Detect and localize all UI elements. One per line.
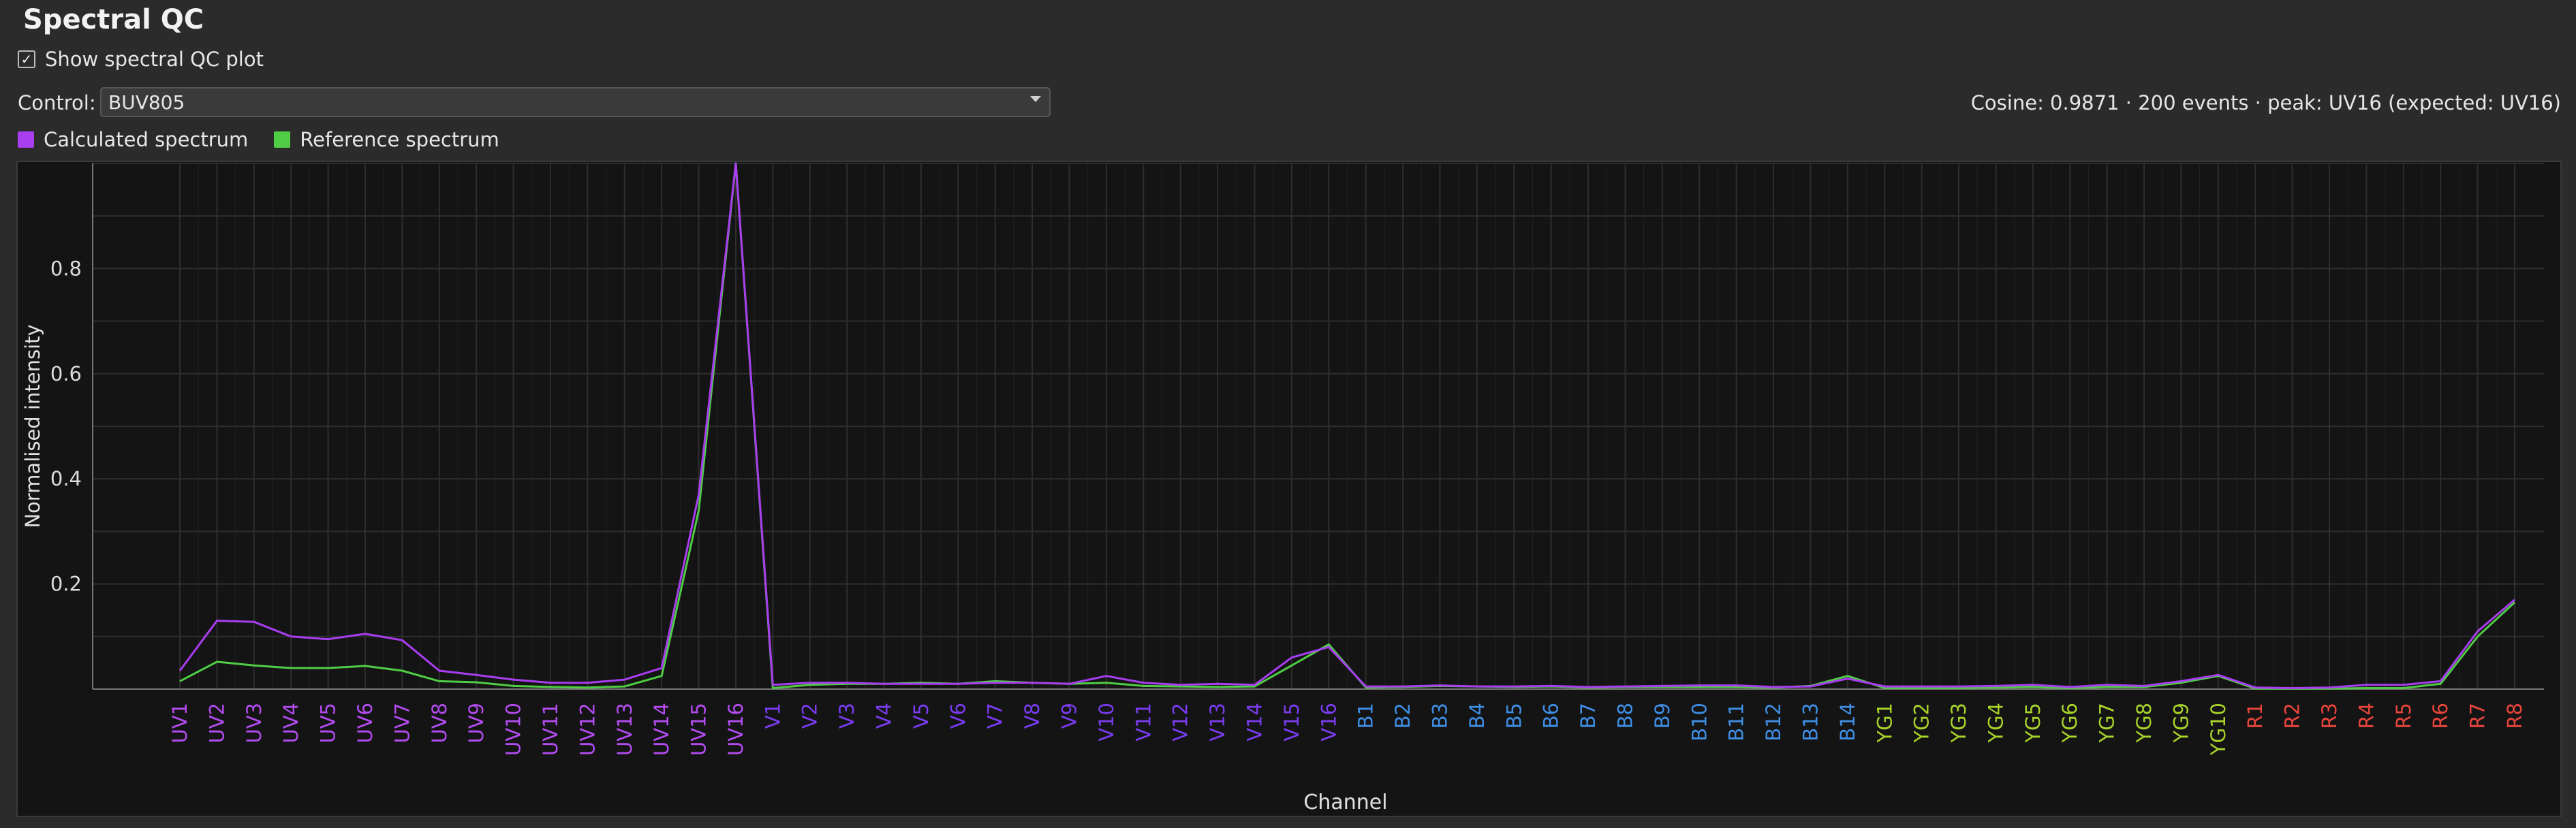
x-tick-label: YG7: [2096, 703, 2119, 744]
x-tick-label: UV16: [724, 703, 747, 756]
x-tick-label: UV9: [465, 703, 488, 744]
x-tick-label: B7: [1577, 703, 1600, 729]
legend-item-reference: Reference spectrum: [274, 128, 499, 151]
x-tick-label: R4: [2355, 703, 2378, 729]
control-select[interactable]: BUV805: [100, 87, 1051, 117]
x-tick-label: B4: [1465, 703, 1489, 729]
x-tick-label: YG2: [1910, 703, 1934, 744]
control-select-value: BUV805: [108, 91, 185, 114]
x-tick-label: V1: [761, 703, 784, 729]
x-tick-label: V8: [1021, 703, 1044, 729]
x-tick-label: B12: [1762, 703, 1785, 742]
x-tick-label: YG4: [1984, 703, 2007, 744]
chevron-down-icon[interactable]: [1030, 96, 1041, 102]
x-tick-label: B8: [1613, 703, 1636, 729]
control-label: Control:: [18, 91, 96, 114]
x-tick-label: V9: [1058, 703, 1081, 729]
x-tick-label: V12: [1169, 703, 1192, 742]
x-tick-label: UV8: [428, 703, 451, 744]
x-tick-label: V13: [1206, 703, 1229, 742]
x-tick-label: B14: [1836, 703, 1859, 742]
x-tick-label: YG8: [2132, 703, 2156, 744]
x-tick-label: UV14: [650, 703, 673, 756]
page-title: Spectral QC: [23, 4, 204, 35]
x-tick-label: B1: [1354, 703, 1378, 729]
show-qc-label: Show spectral QC plot: [45, 48, 264, 71]
x-tick-label: V7: [984, 703, 1007, 729]
y-tick-label: 0.4: [50, 467, 82, 490]
x-tick-label: R3: [2318, 703, 2341, 729]
x-tick-label: V16: [1317, 703, 1340, 742]
spectral-chart: 0.2 0.4 0.6 0.8 UV1 UV2 UV3 UV4 UV5 UV6 UV7 UV8 UV9 U…: [16, 161, 2562, 817]
x-tick-label: UV12: [576, 703, 599, 756]
y-axis-title: Normalised intensity: [21, 324, 44, 528]
x-tick-label: YG6: [2058, 703, 2081, 744]
y-tick-label: 0.8: [50, 257, 82, 280]
x-tick-label: B11: [1725, 703, 1748, 742]
x-tick-label: UV7: [390, 703, 414, 744]
y-tick-label: 0.6: [50, 362, 82, 385]
chart-legend: Calculated spectrum Reference spectrum: [18, 128, 525, 151]
x-tick-label: B2: [1391, 703, 1414, 729]
x-tick-label: UV6: [354, 703, 377, 744]
x-tick-label: V10: [1095, 703, 1118, 742]
x-tick-label: UV10: [502, 703, 525, 756]
x-tick-label: YG10: [2207, 703, 2230, 756]
x-tick-label: YG1: [1873, 703, 1896, 744]
x-tick-label: UV15: [687, 703, 711, 756]
spectral-chart-svg: 0.2 0.4 0.6 0.8 UV1 UV2 UV3 UV4 UV5 UV6 UV7 UV8 UV9 U…: [21, 162, 2544, 814]
x-tick-label: R7: [2466, 703, 2489, 729]
x-tick-label: V14: [1243, 703, 1267, 742]
x-tick-label: UV13: [613, 703, 636, 756]
x-tick-label: UV3: [243, 703, 266, 744]
x-tick-label: V6: [946, 703, 969, 729]
legend-label-reference: Reference spectrum: [300, 128, 499, 151]
x-tick-label: B3: [1428, 703, 1451, 729]
x-tick-label: UV5: [317, 703, 340, 744]
x-tick-label: UV2: [205, 703, 228, 744]
x-tick-label: B6: [1540, 703, 1563, 729]
x-tick-label: R2: [2281, 703, 2304, 729]
legend-label-calculated: Calculated spectrum: [44, 128, 249, 151]
x-tick-label: YG3: [1947, 703, 1970, 744]
x-tick-label: V4: [873, 703, 896, 729]
show-qc-toggle[interactable]: ✓ Show spectral QC plot: [18, 48, 264, 71]
y-tick-label: 0.2: [50, 573, 82, 596]
x-tick-label: R6: [2429, 703, 2452, 729]
legend-swatch-reference: [274, 131, 291, 148]
legend-item-calculated: Calculated spectrum: [18, 128, 248, 151]
x-tick-label: V2: [798, 703, 822, 729]
x-axis-title: Channel: [1303, 791, 1387, 814]
x-tick-label: V15: [1280, 703, 1303, 742]
x-tick-label: V3: [835, 703, 858, 729]
x-tick-label: R1: [2244, 703, 2267, 729]
qc-stats: Cosine: 0.9871 · 200 events · peak: UV16…: [1970, 91, 2561, 114]
x-tick-label: B10: [1688, 703, 1711, 742]
x-tick-label: R8: [2503, 703, 2526, 729]
legend-swatch-calculated: [18, 131, 34, 148]
x-tick-label: B5: [1502, 703, 1525, 729]
x-tick-label: V5: [910, 703, 933, 729]
x-tick-label: YG9: [2169, 703, 2192, 744]
x-tick-label: YG5: [2021, 703, 2045, 744]
x-tick-label: R5: [2392, 703, 2415, 729]
x-tick-label: V11: [1132, 703, 1155, 742]
x-tick-label: UV4: [279, 703, 302, 744]
checkbox[interactable]: ✓: [18, 50, 35, 68]
x-tick-label: UV1: [168, 703, 191, 744]
x-tick-label: UV11: [539, 703, 562, 756]
x-tick-label: B9: [1651, 703, 1674, 729]
x-tick-label: B13: [1799, 703, 1822, 742]
